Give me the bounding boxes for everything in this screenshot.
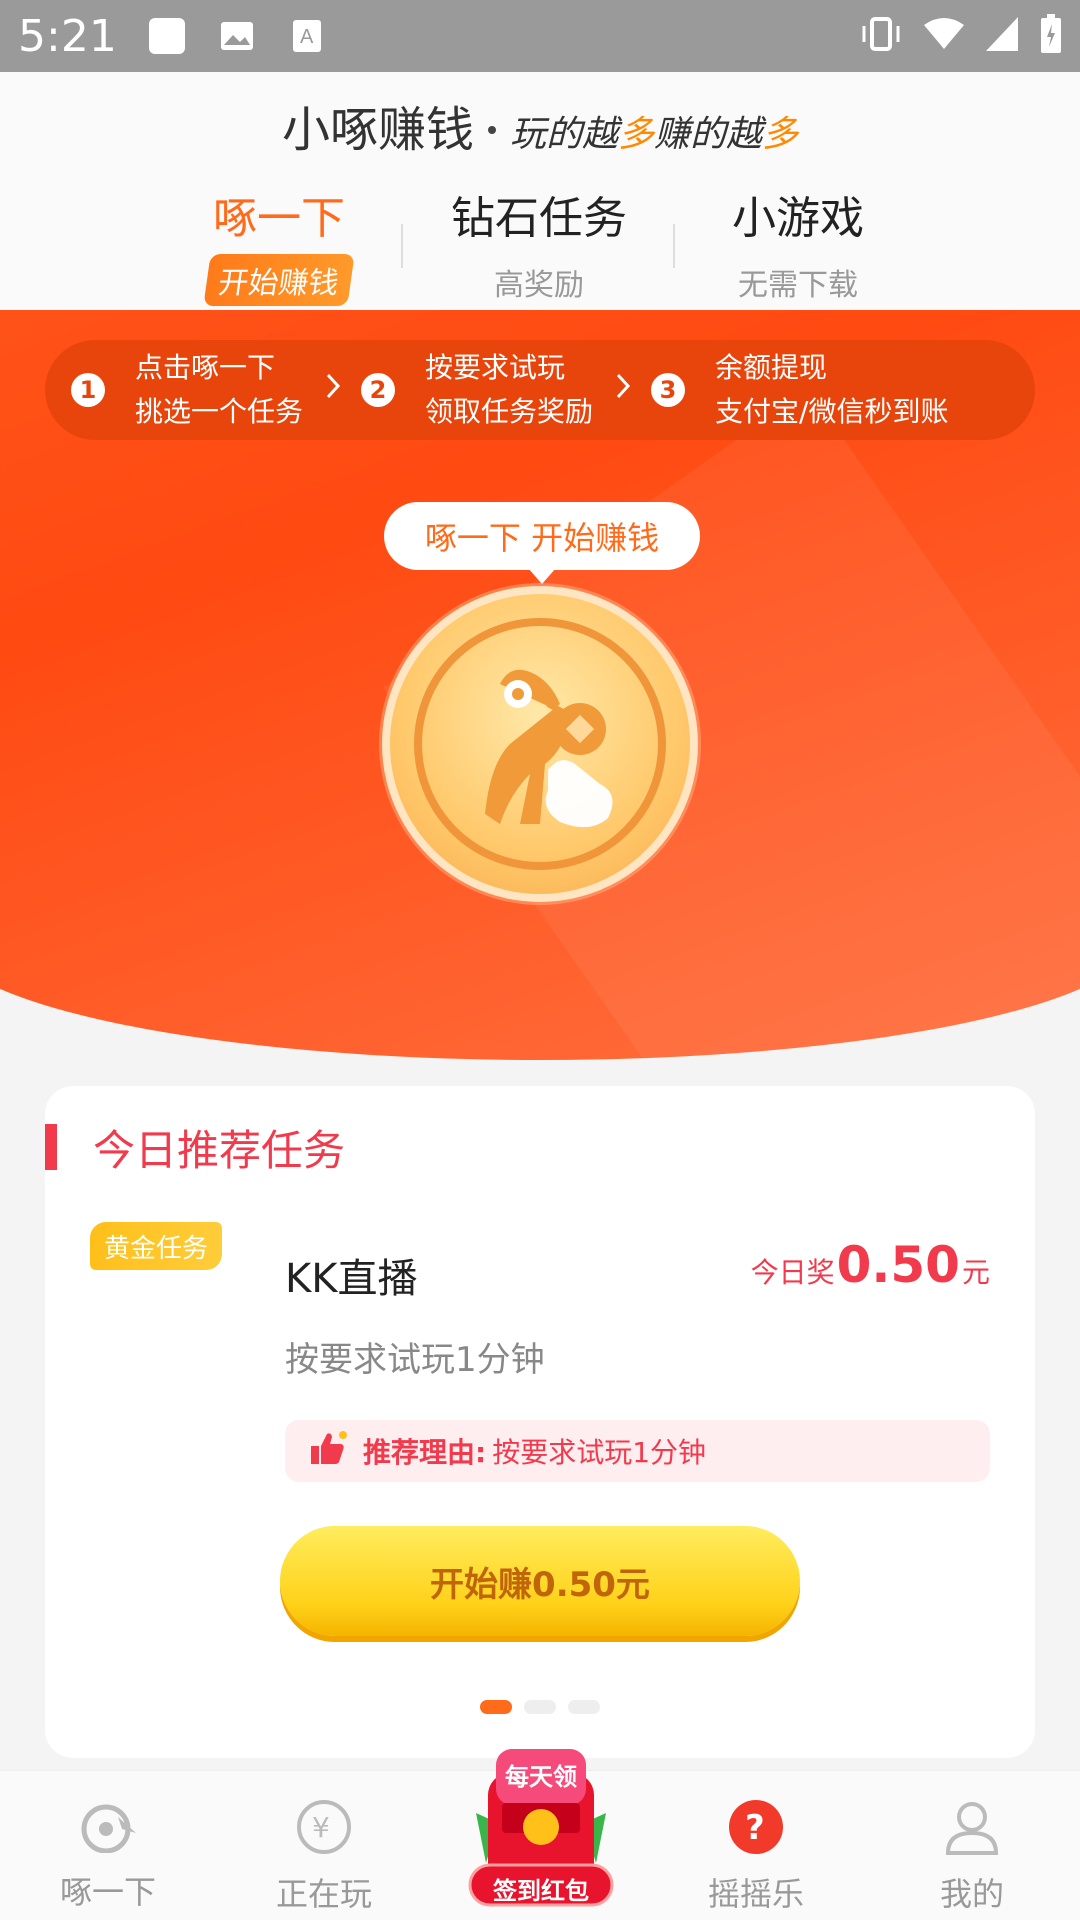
gold-task-badge: 黄金任务 — [90, 1222, 222, 1270]
slogan-highlight: 多 — [762, 114, 799, 155]
nav-label: 我的 — [939, 1875, 1004, 1913]
svg-text:?: ? — [745, 1808, 765, 1848]
pager-dots — [45, 1700, 1035, 1714]
tab-label: 小游戏 — [732, 193, 864, 244]
square-notification-icon — [145, 14, 189, 58]
step-line: 支付宝/微信秒到账 — [715, 395, 949, 428]
pager-dot[interactable] — [524, 1700, 556, 1714]
woodpecker-icon — [485, 669, 613, 828]
section-title-text: 今日推荐任务 — [93, 1125, 346, 1175]
signal-icon — [986, 17, 1018, 55]
chevron-right-icon — [325, 372, 341, 408]
nav-label: 正在玩 — [275, 1875, 372, 1913]
step-line: 按要求试玩 — [425, 351, 566, 384]
image-icon — [215, 14, 259, 58]
start-earn-button[interactable]: 开始赚0.50元 — [280, 1526, 800, 1636]
reward-amount: 0.50 — [836, 1236, 960, 1294]
vibrate-icon — [860, 17, 902, 55]
pager-dot-active[interactable] — [480, 1700, 512, 1714]
thumbs-up-icon — [309, 1430, 349, 1473]
tab-label: 钻石任务 — [451, 193, 627, 244]
chevron-right-icon — [615, 372, 631, 408]
tab-zhuo[interactable]: 啄一下 开始赚钱 — [149, 182, 409, 306]
question-icon: ? — [729, 1800, 783, 1854]
task-name[interactable]: KK直播 — [285, 1246, 417, 1304]
svg-text:¥: ¥ — [312, 1811, 330, 1844]
nav-playing[interactable]: ¥ 正在玩 — [216, 1799, 432, 1915]
wifi-icon — [924, 17, 964, 55]
step-1: 1 点击啄一下挑选一个任务 — [71, 346, 303, 434]
checkin-bottom-text: 签到红包 — [493, 1877, 589, 1905]
yen-circle-icon: ¥ — [297, 1800, 351, 1854]
step-number: 3 — [651, 373, 686, 407]
nav-mine[interactable]: 我的 — [864, 1799, 1080, 1915]
tab-label: 啄一下 — [213, 193, 345, 244]
task-description: 按要求试玩1分钟 — [285, 1340, 545, 1380]
tab-divider — [401, 224, 403, 268]
tab-diamond-tasks[interactable]: 钻石任务 高奖励 — [409, 182, 669, 304]
step-number: 2 — [361, 373, 396, 407]
brand-bar: 小啄赚钱 玩的越多赚的越多 — [0, 90, 1080, 160]
svg-text:A: A — [300, 26, 314, 48]
reason-label: 推荐理由: — [363, 1436, 487, 1469]
reward-unit: 元 — [961, 1256, 990, 1289]
pager-dot[interactable] — [568, 1700, 600, 1714]
step-3: 3 余额提现支付宝/微信秒到账 — [651, 346, 948, 434]
tab-sublabel: 高奖励 — [494, 268, 584, 303]
brand-name: 小啄赚钱 — [281, 102, 474, 158]
slogan-part: 玩的越 — [509, 114, 618, 155]
slogan-part: 赚的越 — [654, 114, 763, 155]
user-icon — [945, 1802, 999, 1855]
checkin-top-text: 每天领 — [505, 1763, 577, 1791]
checkin-redpacket-button[interactable]: 每天领 签到红包 — [466, 1743, 616, 1913]
peck-coin-button[interactable] — [382, 586, 698, 902]
steps-bar: 1 点击啄一下挑选一个任务 2 按要求试玩领取任务奖励 3 余额提现支付宝/微信… — [45, 340, 1035, 440]
nav-label: 摇摇乐 — [707, 1875, 804, 1913]
nav-label: 啄一下 — [59, 1873, 156, 1911]
nav-shake[interactable]: ? 摇摇乐 — [648, 1799, 864, 1915]
hero-banner: 1 点击啄一下挑选一个任务 2 按要求试玩领取任务奖励 3 余额提现支付宝/微信… — [0, 310, 1080, 1060]
reward-prefix: 今日奖 — [750, 1256, 835, 1289]
step-line: 余额提现 — [715, 351, 828, 384]
step-line: 挑选一个任务 — [135, 395, 304, 428]
battery-icon — [1040, 14, 1062, 58]
step-2: 2 按要求试玩领取任务奖励 — [361, 346, 593, 434]
section-title: 今日推荐任务 — [45, 1124, 345, 1175]
status-time: 5:21 — [18, 10, 117, 62]
recommend-reason: 推荐理由: 按要求试玩1分钟 — [285, 1420, 990, 1482]
reason-text: 按要求试玩1分钟 — [492, 1436, 707, 1469]
slogan-highlight: 多 — [617, 114, 654, 155]
app-header: 小啄赚钱 玩的越多赚的越多 啄一下 开始赚钱 钻石任务 高奖励 小游戏 无需下载 — [0, 72, 1080, 310]
brand-separator — [487, 126, 496, 134]
step-line: 点击啄一下 — [135, 351, 276, 384]
status-bar: 5:21 A — [0, 0, 1080, 72]
hero-bubble: 啄一下 开始赚钱 — [384, 502, 700, 584]
tab-sublabel: 开始赚钱 — [203, 254, 355, 306]
step-number: 1 — [71, 373, 105, 407]
nav-zhuo[interactable]: 啄一下 — [0, 1799, 216, 1913]
top-tabs: 啄一下 开始赚钱 钻石任务 高奖励 小游戏 无需下载 — [0, 182, 1080, 306]
text-a-icon: A — [285, 14, 329, 58]
tab-mini-games[interactable]: 小游戏 无需下载 — [668, 182, 928, 304]
bird-icon — [81, 1804, 136, 1854]
title-bar — [45, 1124, 57, 1170]
tab-sublabel: 无需下载 — [738, 268, 858, 303]
bottom-nav: 啄一下 ¥ 正在玩 每天领 签到红包 ? 摇摇乐 我的 — [0, 1749, 1080, 1920]
task-reward: 今日奖 0.50 元 — [751, 1236, 990, 1294]
brand-slogan: 玩的越多赚的越多 — [510, 114, 798, 155]
recommend-card: 今日推荐任务 黄金任务 KK直播 今日奖 0.50 元 按要求试玩1分钟 推荐理… — [45, 1086, 1035, 1758]
step-line: 领取任务奖励 — [425, 395, 594, 428]
